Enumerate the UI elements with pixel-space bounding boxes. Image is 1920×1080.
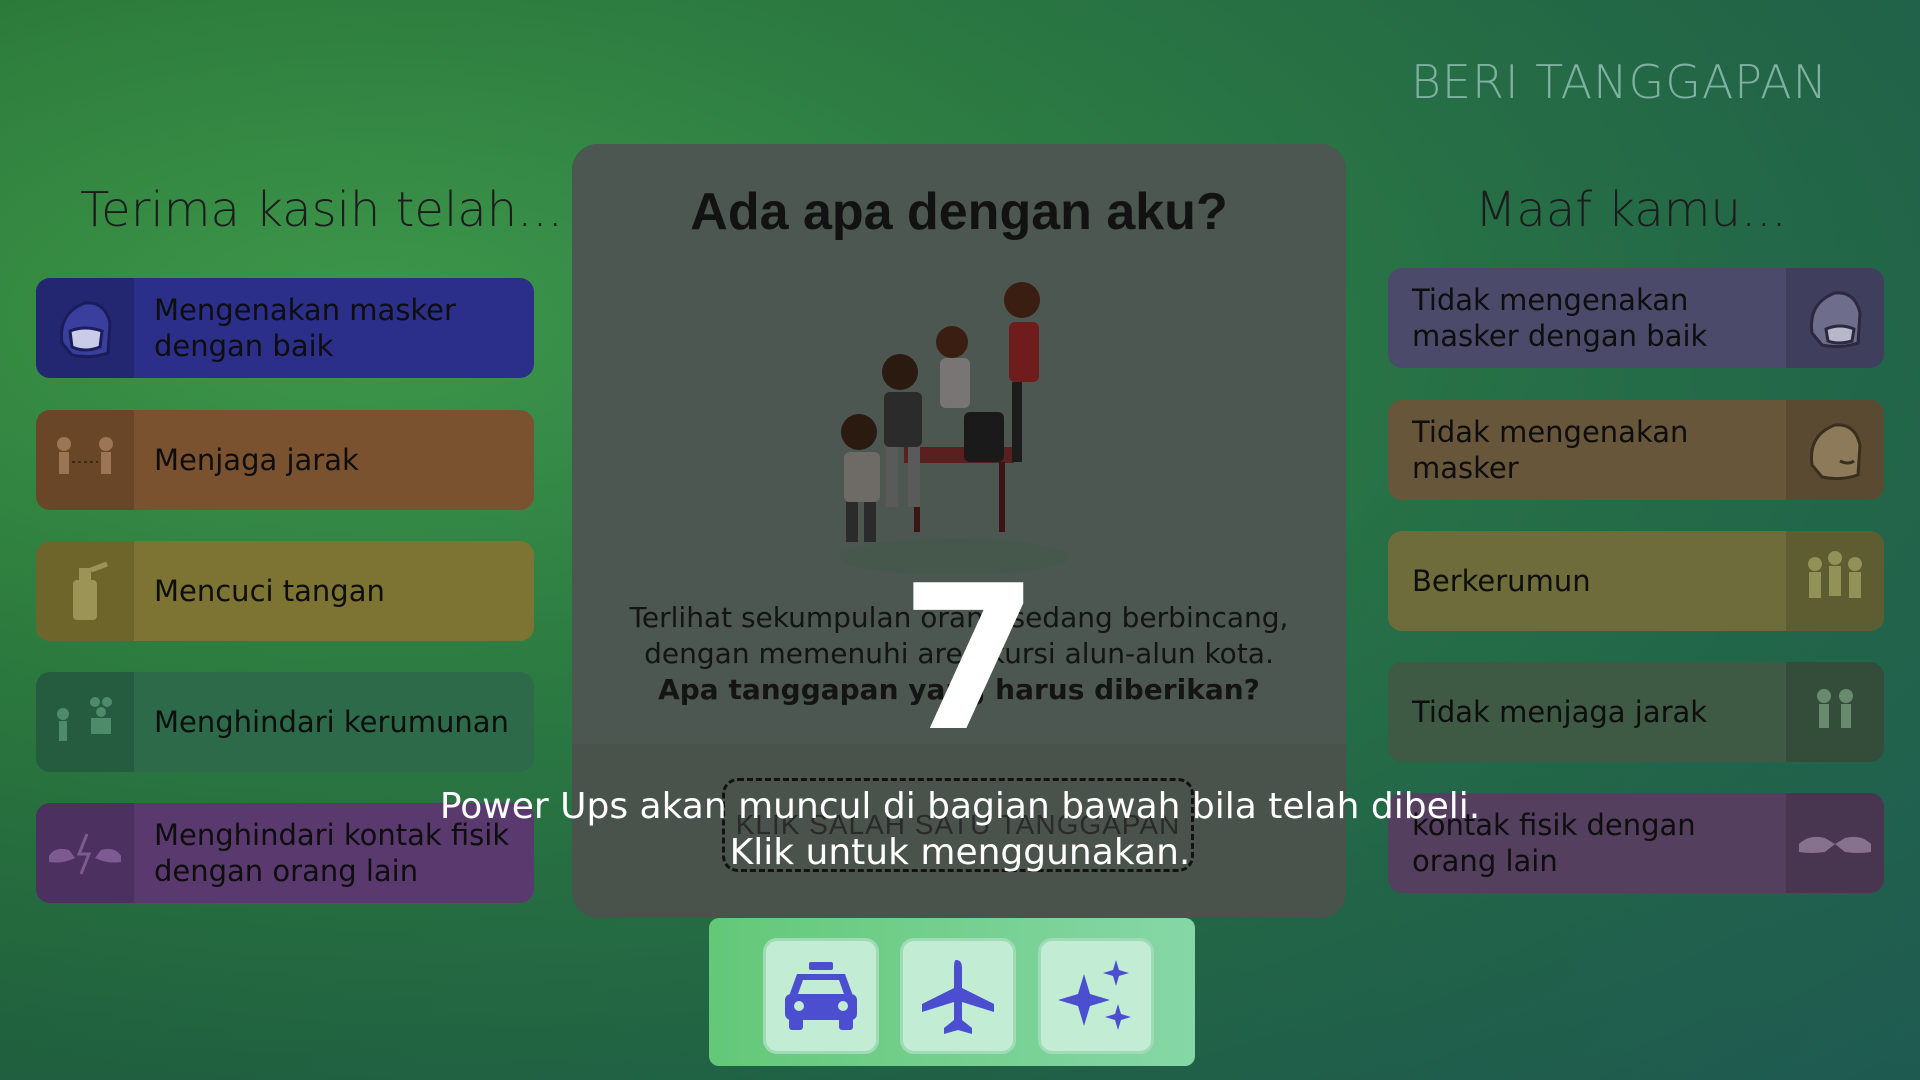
card-label: Tidak mengenakan masker dengan baik [1412, 283, 1708, 353]
card-label: Tidak mengenakan masker [1412, 415, 1689, 485]
sparkles-icon [1058, 960, 1131, 1030]
mask-face-icon [1786, 268, 1884, 368]
close-distance-icon [1786, 662, 1884, 762]
no-mask-face-icon [1786, 400, 1884, 500]
left-column-title: Terima kasih telah... [80, 182, 563, 238]
powerup-sparkles-button[interactable] [1038, 938, 1154, 1054]
hint-line-2: Klik untuk menggunakan. [729, 832, 1191, 873]
people-gathering-illustration [824, 272, 1094, 582]
response-card-no-distance[interactable]: Tidak menjaga jarak [1388, 662, 1884, 762]
mask-face-icon [36, 278, 134, 378]
powerup-bar [709, 918, 1195, 1066]
card-label: Berkerumun [1412, 564, 1591, 598]
hand-sanitizer-icon [36, 541, 134, 641]
modal-title: Ada apa dengan aku? [690, 183, 1228, 241]
response-card-no-mask[interactable]: Tidak mengenakan masker [1388, 400, 1884, 500]
response-card-crowd[interactable]: Berkerumun [1388, 531, 1884, 631]
powerup-airplane-button[interactable] [900, 938, 1016, 1054]
response-card-mask-good[interactable]: Mengenakan masker dengan baik [36, 278, 534, 378]
taxi-icon [785, 962, 857, 1030]
keep-distance-icon [36, 410, 134, 510]
card-label: Tidak menjaga jarak [1412, 695, 1708, 729]
crowd-icon [1786, 531, 1884, 631]
card-label: Mencuci tangan [154, 574, 385, 608]
countdown-timer: 7 [900, 543, 1040, 776]
page-title: BERI TANGGAPAN [1410, 55, 1828, 109]
response-card-avoid-crowd[interactable]: Menghindari kerumunan [36, 672, 534, 772]
card-label: Menghindari kerumunan [154, 705, 509, 739]
card-label: Menjaga jarak [154, 443, 359, 477]
card-label: Mengenakan masker dengan baik [154, 293, 456, 363]
airplane-icon [922, 960, 994, 1034]
avoid-crowd-icon [36, 672, 134, 772]
right-column-title: Maaf kamu... [1475, 182, 1787, 238]
hint-line-1: Power Ups akan muncul di bagian bawah bi… [439, 786, 1481, 827]
response-card-mask-bad[interactable]: Tidak mengenakan masker dengan baik [1388, 268, 1884, 368]
powerup-hint: Power Ups akan muncul di bagian bawah bi… [0, 784, 1920, 876]
response-card-wash-hands[interactable]: Mencuci tangan [36, 541, 534, 641]
powerup-taxi-button[interactable] [763, 938, 879, 1054]
response-card-keep-distance[interactable]: Menjaga jarak [36, 410, 534, 510]
